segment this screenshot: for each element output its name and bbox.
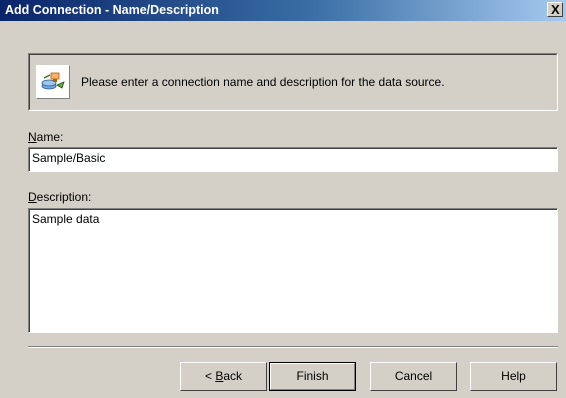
close-icon: X: [551, 2, 560, 17]
name-input[interactable]: Sample/Basic: [28, 147, 558, 172]
window-title: Add Connection - Name/Description: [5, 3, 219, 17]
instruction-text: Please enter a connection name and descr…: [81, 75, 445, 89]
back-button[interactable]: < Back: [180, 362, 267, 391]
description-label: Description:: [28, 190, 92, 204]
description-textarea-value: Sample data: [32, 212, 100, 226]
name-label: Name:: [28, 130, 64, 144]
button-separator: [28, 346, 558, 348]
name-input-value: Sample/Basic: [32, 151, 106, 165]
title-bar: Add Connection - Name/Description X: [0, 0, 566, 21]
connection-wizard-icon: [41, 72, 65, 90]
close-button[interactable]: X: [547, 2, 563, 17]
cancel-button[interactable]: Cancel: [370, 362, 457, 391]
finish-button[interactable]: Finish: [269, 362, 356, 391]
help-button[interactable]: Help: [470, 362, 557, 391]
connection-icon-frame: [36, 65, 70, 99]
description-textarea[interactable]: Sample data: [28, 208, 558, 333]
instruction-panel: Please enter a connection name and descr…: [28, 53, 558, 111]
